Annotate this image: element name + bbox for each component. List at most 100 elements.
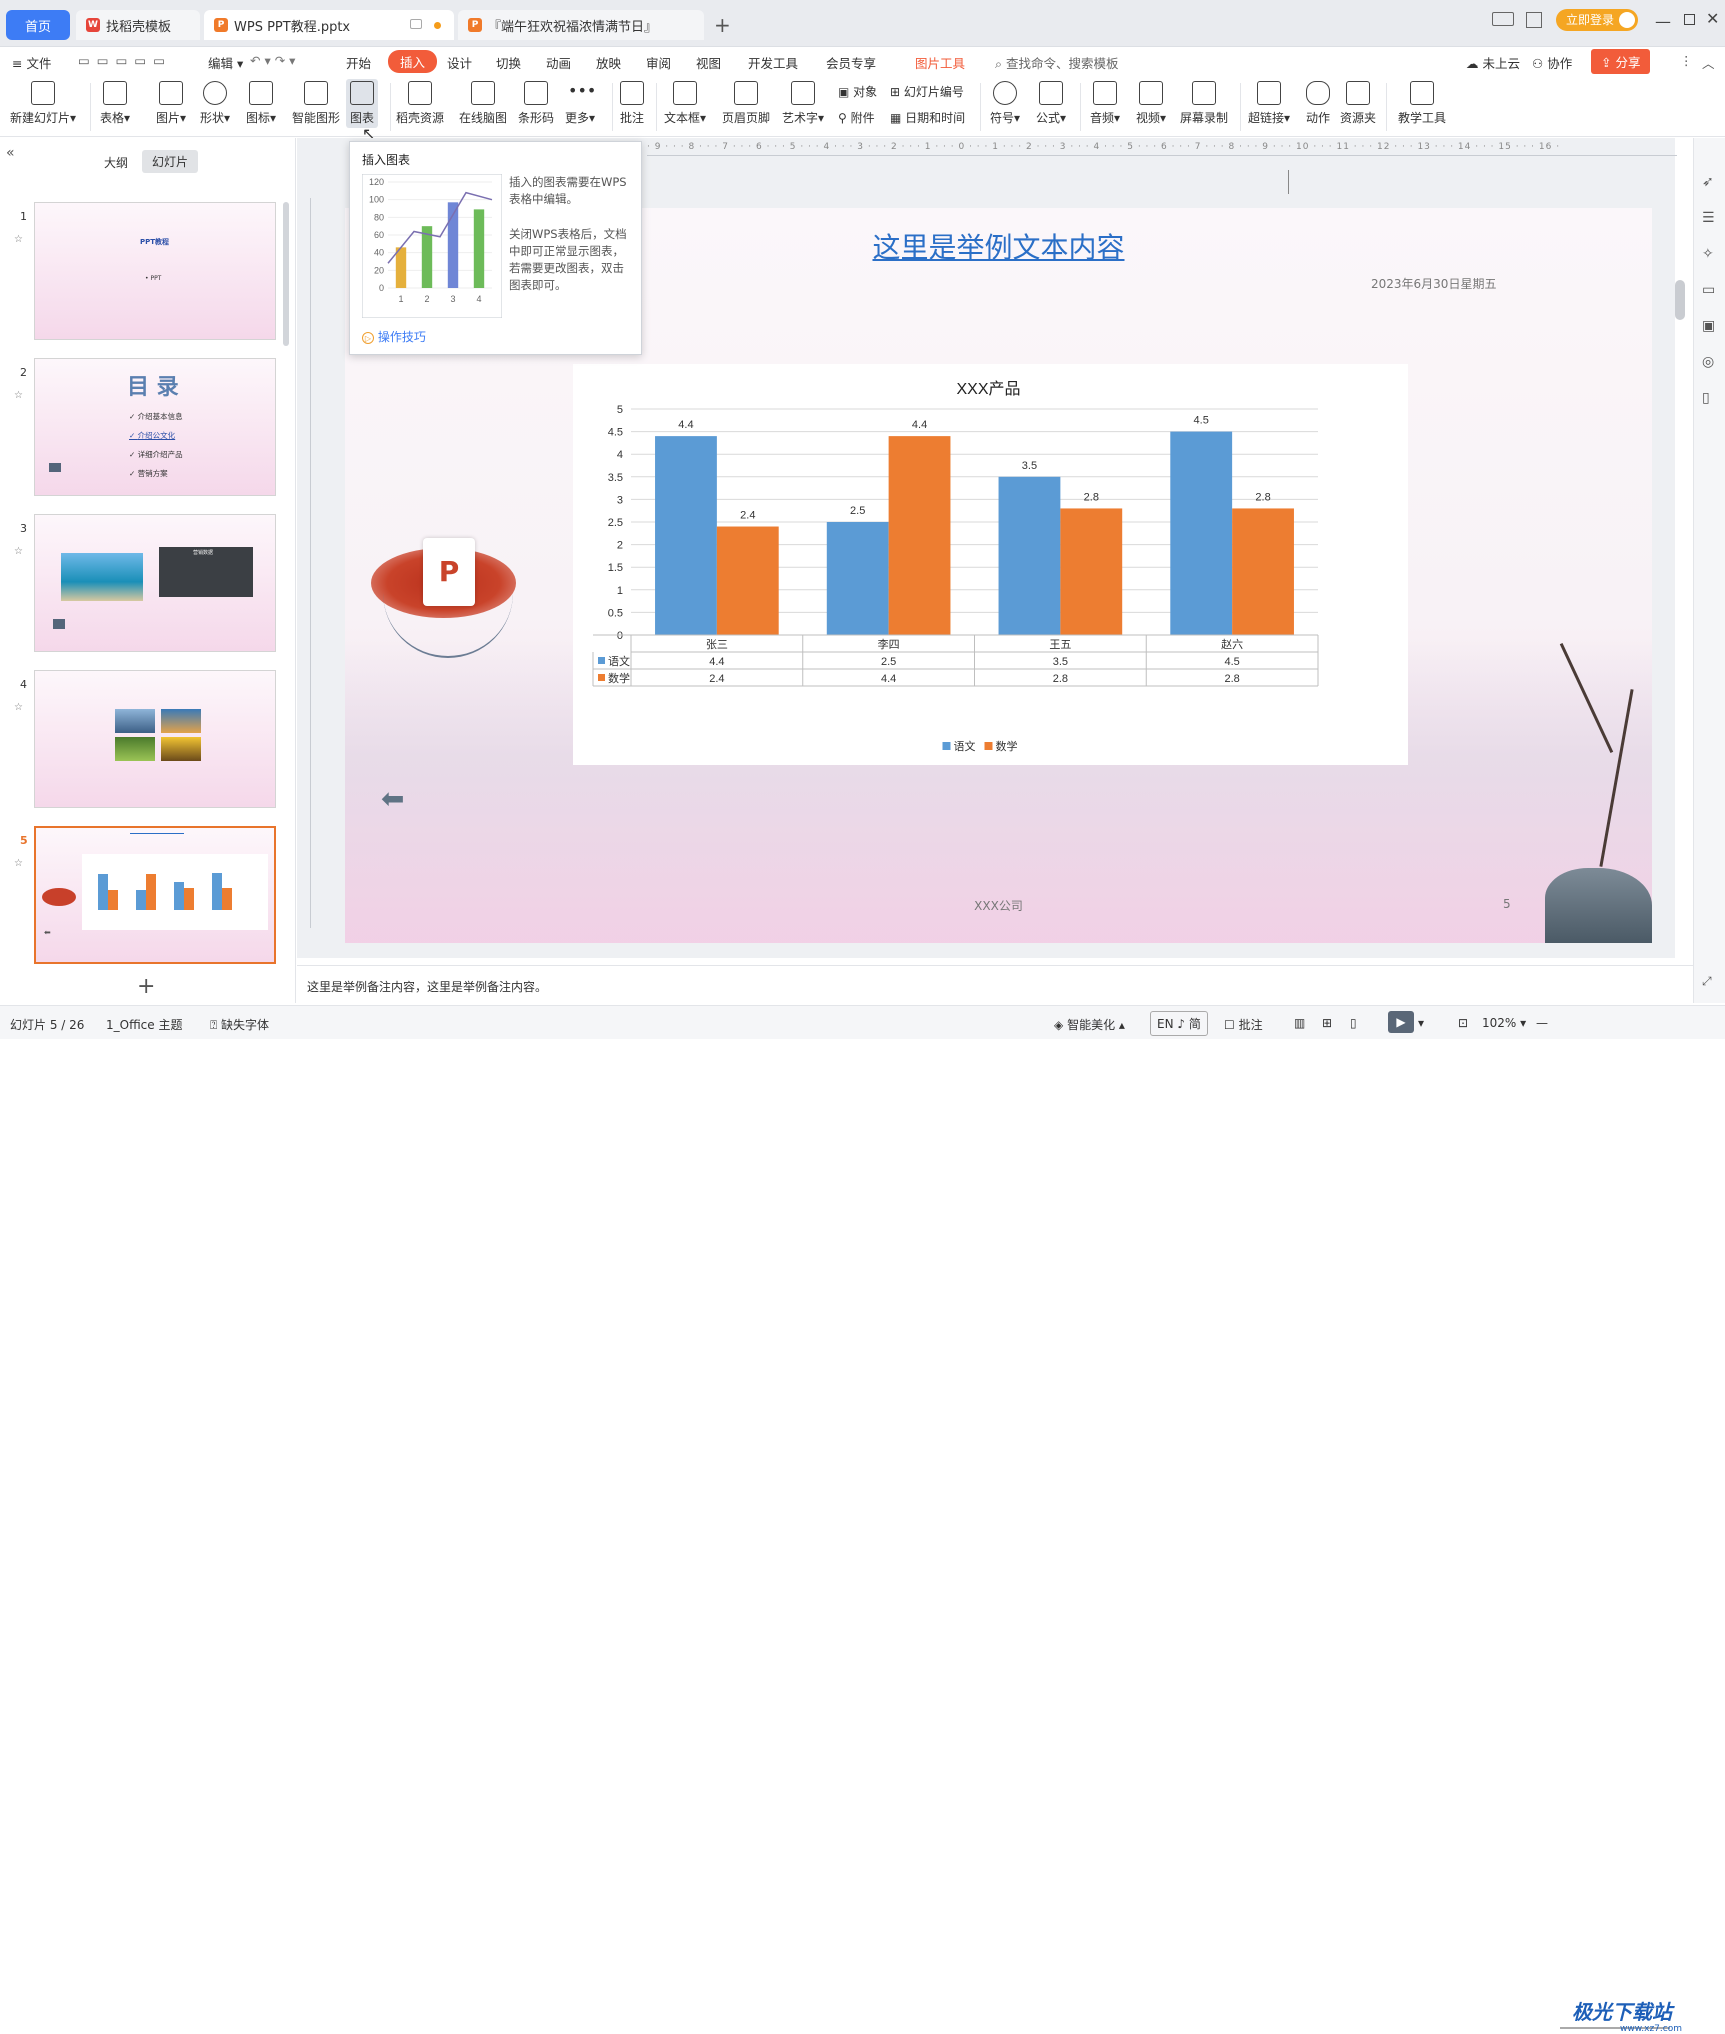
symbol-button[interactable]: 符号▾ — [990, 81, 1020, 126]
tab-duanwu[interactable]: P 『端午狂欢祝福浓情满节日』 — [458, 10, 704, 40]
location-icon[interactable]: ◎ — [1702, 354, 1714, 370]
login-button[interactable]: 立即登录 — [1556, 9, 1638, 31]
normal-view-icon[interactable]: ▥ — [1294, 1016, 1305, 1030]
slide-number-button[interactable]: ⊞ 幻灯片编号 — [890, 83, 964, 100]
rocket-icon[interactable]: ➶ — [1702, 174, 1714, 190]
pin-icon[interactable]: ✧ — [1702, 246, 1714, 262]
layout-icon[interactable] — [1492, 12, 1514, 26]
tab-ppt-doc[interactable]: P WPS PPT教程.pptx — [204, 10, 454, 40]
play-options-icon[interactable]: ▾ — [1418, 1016, 1424, 1030]
textbox-button[interactable]: 文本框▾ — [664, 81, 706, 126]
notes-text[interactable]: 这里是举例备注内容，这里是举例备注内容。 — [307, 978, 547, 995]
cloud-status[interactable]: ☁ 未上云 — [1466, 53, 1520, 72]
zoom-out-icon[interactable]: — — [1536, 1016, 1548, 1030]
menu-edit[interactable]: 编辑 ▾ — [208, 53, 243, 72]
share-button[interactable]: ⇪ 分享 — [1591, 49, 1651, 74]
slide-date[interactable]: 2023年6月30日星期五 — [1371, 275, 1496, 292]
bar-chart[interactable]: XXX产品 0 0.5 1 1.5 2 2.5 3 3.5 4 4.5 5 4.4 2.4 2.5 4.4… — [573, 364, 1408, 765]
resource-folder-button[interactable]: 资源夹 — [1340, 81, 1376, 126]
rotate-handle-icon[interactable] — [1288, 170, 1298, 194]
header-footer-button[interactable]: 页眉页脚 — [722, 81, 770, 126]
back-arrow-icon[interactable]: ⬅ — [381, 782, 404, 815]
slide-thumb-2[interactable]: 目 录 ✓ 介绍基本信息 ✓ 介绍公文化 ✓ 详细介绍产品 ✓ 营销方案 — [34, 358, 276, 496]
vertical-scrollbar-thumb[interactable] — [1675, 280, 1685, 320]
menu-start[interactable]: 开始 — [346, 53, 371, 72]
attach-button[interactable]: ⚲ 附件 — [838, 109, 875, 126]
quick-access-icons[interactable]: ▭▭▭▭▭ — [78, 53, 172, 68]
expand-icon[interactable]: ⤢ — [1702, 974, 1712, 989]
screen-record-button[interactable]: 屏幕录制 — [1180, 81, 1228, 126]
collapse-panel-icon[interactable]: « — [6, 145, 15, 161]
minimize-icon[interactable]: — — [1655, 12, 1671, 31]
picture-button[interactable]: 图片▾ — [156, 81, 186, 126]
menu-design[interactable]: 设计 — [447, 53, 472, 72]
menu-member[interactable]: 会员专享 — [826, 53, 876, 72]
input-language[interactable]: EN ♪ 简 — [1150, 1011, 1208, 1036]
chart-button[interactable]: 图表 — [346, 79, 379, 128]
tips-link[interactable]: ▷ 操作技巧 — [362, 328, 426, 345]
new-tab-plus-icon[interactable]: + — [714, 13, 731, 37]
slide-thumb-5[interactable]: ⬅ — [34, 826, 276, 964]
formula-button[interactable]: 公式▾ — [1036, 81, 1066, 126]
audio-button[interactable]: 音频▾ — [1090, 81, 1120, 126]
tab-outline[interactable]: 大纲 — [104, 154, 128, 171]
more-menu-icon[interactable]: ⋮ — [1680, 53, 1693, 68]
collab-button[interactable]: ⚇ 协作 — [1532, 53, 1572, 72]
smart-beautify[interactable]: ◈ 智能美化 ▴ — [1054, 1016, 1125, 1033]
slide-thumb-4[interactable] — [34, 670, 276, 808]
comment-toggle[interactable]: ☐ 批注 — [1224, 1016, 1263, 1033]
maximize-icon[interactable] — [1684, 14, 1695, 25]
menu-insert[interactable]: 插入 — [388, 50, 438, 73]
collapse-ribbon-icon[interactable]: ︿ — [1702, 53, 1715, 72]
new-slide-button[interactable]: 新建幻灯片▾ — [10, 81, 76, 126]
object-button[interactable]: ▣ 对象 — [838, 83, 877, 100]
menu-devtools[interactable]: 开发工具 — [748, 53, 798, 72]
icon-button[interactable]: 图标▾ — [246, 81, 276, 126]
mindmap-button[interactable]: 在线脑图 — [459, 81, 507, 126]
shape-button[interactable]: 形状▾ — [200, 81, 230, 126]
tab-home[interactable]: 首页 — [6, 10, 70, 40]
teaching-tools-button[interactable]: 教学工具 — [1398, 81, 1446, 126]
search-command[interactable]: ⌕ 查找命令、搜索模板 — [995, 53, 1119, 72]
video-button[interactable]: 视频▾ — [1136, 81, 1166, 126]
slide-page-number[interactable]: 5 — [1503, 897, 1511, 911]
grid-apps-icon[interactable] — [1526, 12, 1542, 28]
book-icon[interactable]: ▯ — [1702, 390, 1710, 406]
notes-pane[interactable]: 这里是举例备注内容，这里是举例备注内容。 — [297, 965, 1693, 1005]
table-button[interactable]: 表格▾ — [100, 81, 130, 126]
play-slideshow-icon[interactable]: ▶ — [1388, 1011, 1414, 1033]
menu-animation[interactable]: 动画 — [546, 53, 571, 72]
menu-picture-tools[interactable]: 图片工具 — [915, 53, 965, 72]
image-icon[interactable]: ▣ — [1702, 318, 1715, 334]
slides-icon[interactable]: ▭ — [1702, 282, 1715, 298]
reading-view-icon[interactable]: ▯ — [1350, 1016, 1357, 1030]
zoom-level[interactable]: 102% ▾ — [1482, 1016, 1526, 1030]
action-button[interactable]: 动作 — [1306, 81, 1330, 126]
theme-name[interactable]: 1_Office 主题 — [106, 1016, 182, 1033]
slide-footer[interactable]: XXX公司 — [345, 897, 1652, 914]
fit-window-icon[interactable]: ⊡ — [1458, 1016, 1468, 1030]
hyperlink-button[interactable]: 超链接▾ — [1248, 81, 1290, 126]
menu-transition[interactable]: 切换 — [496, 53, 521, 72]
menu-slideshow[interactable]: 放映 — [596, 53, 621, 72]
close-icon[interactable]: ✕ — [1706, 9, 1719, 28]
settings-sliders-icon[interactable]: ☰ — [1702, 210, 1715, 226]
missing-font[interactable]: ⍰ 缺失字体 — [210, 1016, 269, 1033]
undo-redo-icon[interactable]: ↶ ▾ ↷ ▾ — [250, 53, 295, 68]
screen-icon[interactable] — [410, 19, 422, 29]
daoke-resource-button[interactable]: 稻壳资源 — [396, 81, 444, 126]
barcode-button[interactable]: 条形码 — [518, 81, 554, 126]
slide-thumb-3[interactable]: 营销数据 — [34, 514, 276, 652]
menu-review[interactable]: 审阅 — [646, 53, 671, 72]
menu-view[interactable]: 视图 — [696, 53, 721, 72]
panel-scrollbar[interactable] — [283, 202, 289, 346]
comment-button[interactable]: 批注 — [620, 81, 644, 126]
more-button[interactable]: ••• 更多▾ — [565, 81, 596, 126]
tab-slides[interactable]: 幻灯片 — [142, 150, 199, 173]
tab-template[interactable]: W 找稻壳模板 — [76, 10, 200, 40]
datetime-button[interactable]: ▦ 日期和时间 — [890, 109, 965, 126]
menu-file[interactable]: ≡ 文件 — [12, 53, 51, 72]
smart-graphic-button[interactable]: 智能图形 — [292, 81, 340, 126]
add-slide-icon[interactable]: + — [137, 974, 155, 999]
slide-thumb-1[interactable]: PPT教程 • PPT — [34, 202, 276, 340]
